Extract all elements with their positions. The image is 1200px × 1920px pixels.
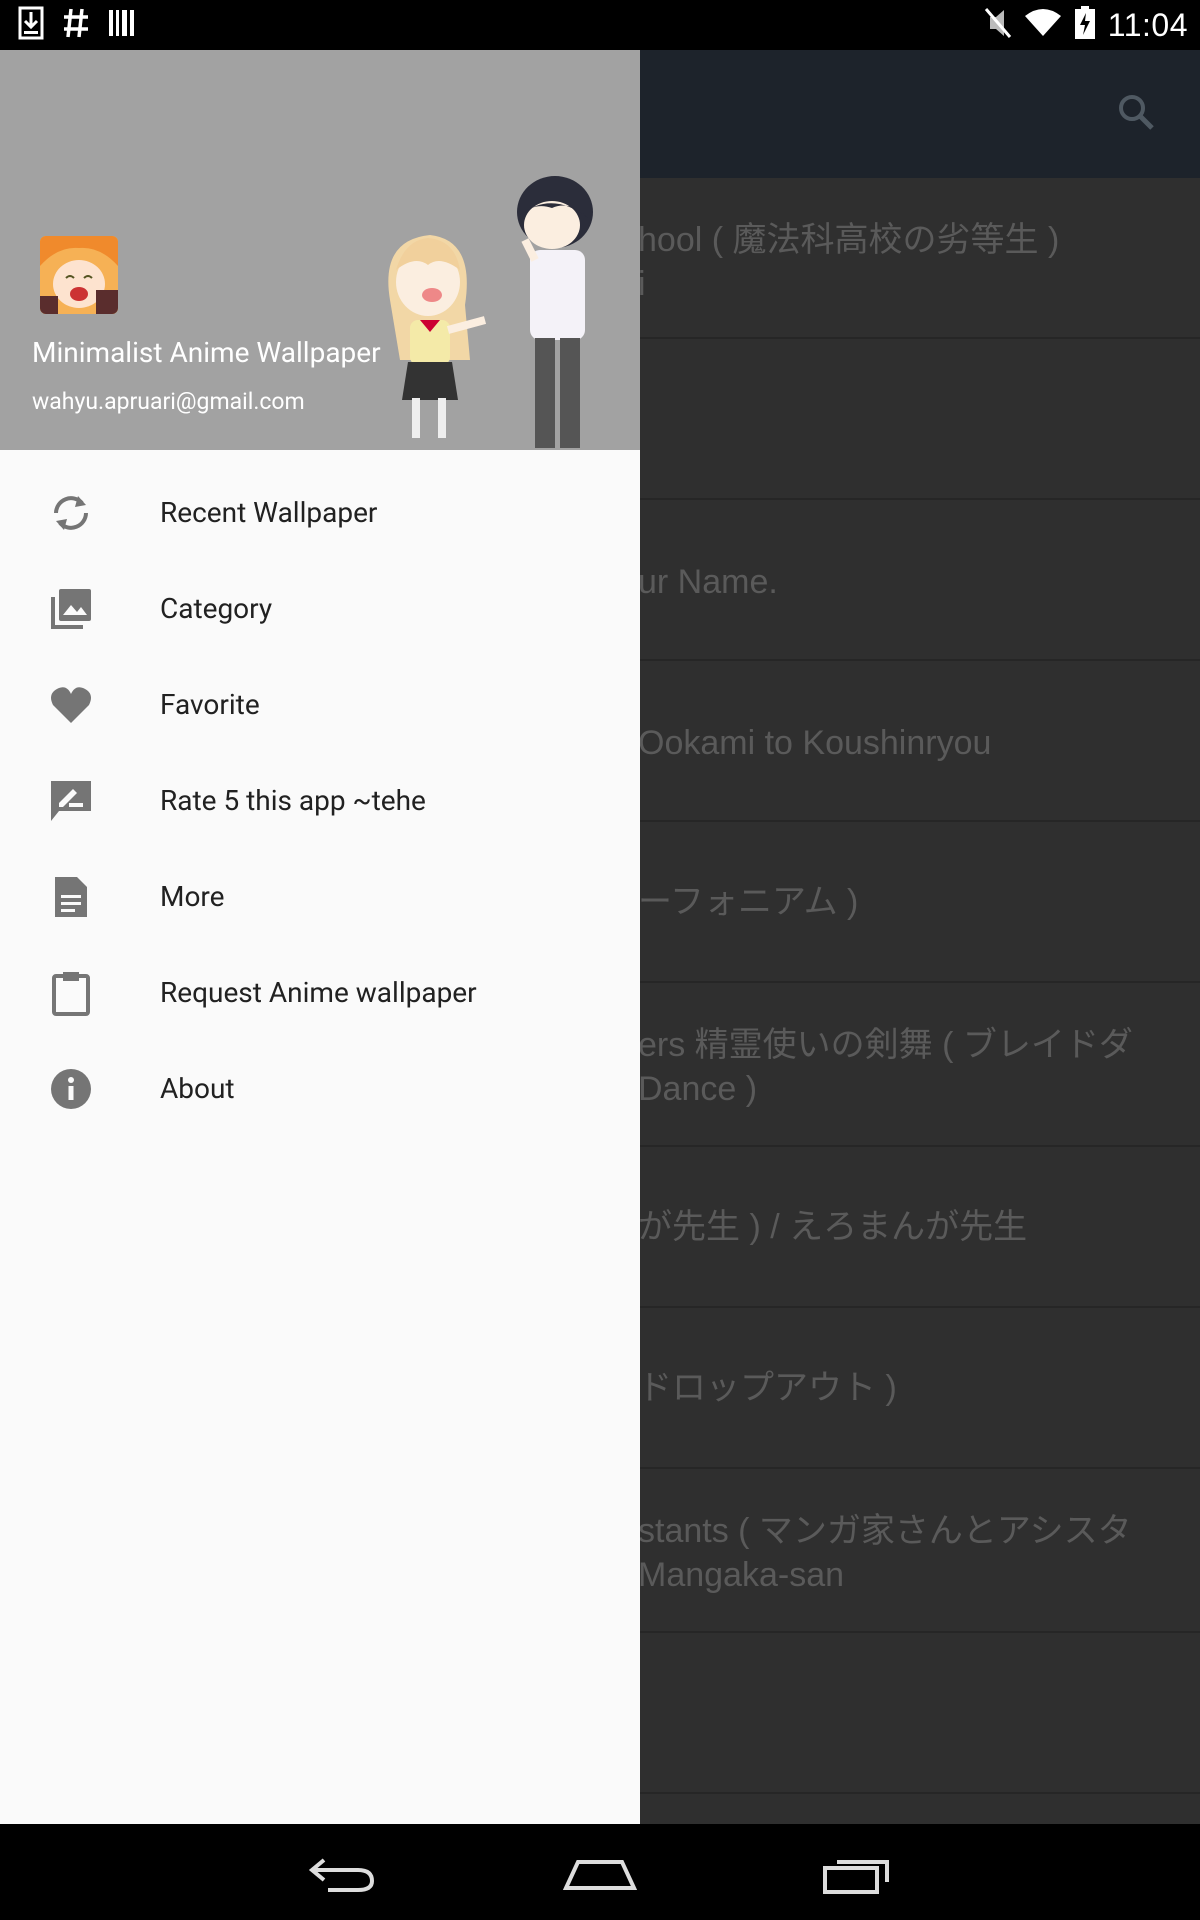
menu-item-label: Category xyxy=(160,592,273,625)
rate-review-icon xyxy=(48,778,94,824)
menu-item-more[interactable]: More xyxy=(0,852,640,948)
menu-item-label: Recent Wallpaper xyxy=(160,496,378,529)
heart-icon xyxy=(48,682,94,728)
document-icon xyxy=(48,874,94,920)
battery-charging-icon xyxy=(1074,6,1096,44)
barcode-icon xyxy=(108,8,136,42)
photo-library-icon xyxy=(48,586,94,632)
drawer-header: Minimalist Anime Wallpaper wahyu.apruari… xyxy=(0,50,640,450)
status-bar: 11:04 xyxy=(0,0,1200,50)
menu-item-favorite[interactable]: Favorite xyxy=(0,660,640,756)
menu-item-category[interactable]: Category xyxy=(0,564,640,660)
menu-item-label: More xyxy=(160,880,225,913)
download-icon xyxy=(18,6,44,44)
menu-item-label: Rate 5 this app ~tehe xyxy=(160,784,426,817)
recents-icon[interactable] xyxy=(812,1844,902,1904)
drawer-menu: Recent Wallpaper Category Favorite Rate … xyxy=(0,468,640,1140)
search-icon[interactable] xyxy=(1116,92,1156,136)
home-icon[interactable] xyxy=(555,1844,645,1904)
navigation-drawer: Minimalist Anime Wallpaper wahyu.apruari… xyxy=(0,50,640,1824)
mute-icon xyxy=(984,7,1012,43)
menu-item-recent-wallpaper[interactable]: Recent Wallpaper xyxy=(0,468,640,564)
menu-item-about[interactable]: About xyxy=(0,1044,640,1140)
drawer-app-name: Minimalist Anime Wallpaper xyxy=(32,336,381,369)
menu-item-request-wallpaper[interactable]: Request Anime wallpaper xyxy=(0,948,640,1044)
info-icon xyxy=(48,1066,94,1112)
clock: 11:04 xyxy=(1107,6,1188,43)
system-nav-bar xyxy=(0,1824,1200,1920)
hash-icon xyxy=(62,6,90,44)
wifi-icon xyxy=(1024,8,1062,42)
menu-item-label: Favorite xyxy=(160,688,260,721)
back-icon[interactable] xyxy=(298,1844,388,1904)
menu-item-rate-app[interactable]: Rate 5 this app ~tehe xyxy=(0,756,640,852)
drawer-account-email: wahyu.apruari@gmail.com xyxy=(32,388,305,415)
refresh-icon xyxy=(48,490,94,536)
header-illustration xyxy=(388,176,593,448)
menu-item-label: About xyxy=(160,1072,235,1105)
avatar[interactable] xyxy=(40,236,118,314)
clipboard-icon xyxy=(48,970,94,1016)
menu-item-label: Request Anime wallpaper xyxy=(160,976,477,1009)
